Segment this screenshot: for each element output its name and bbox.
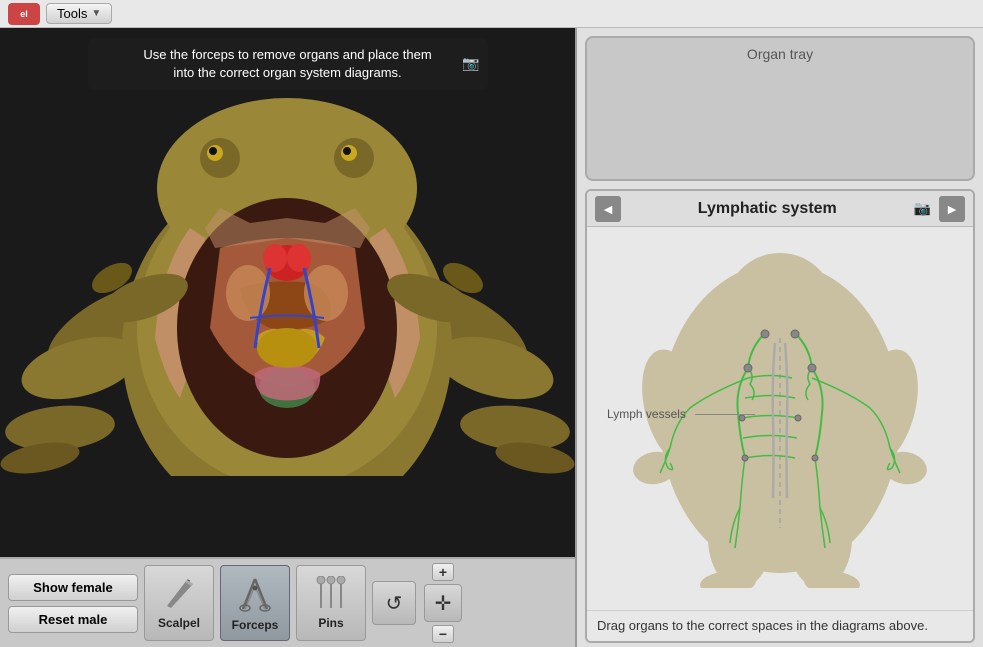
tools-button[interactable]: Tools ▼ xyxy=(46,3,112,24)
tools-label: Tools xyxy=(57,6,87,21)
reset-male-button[interactable]: Reset male xyxy=(8,606,138,633)
main-layout: Use the forceps to remove organs and pla… xyxy=(0,28,983,647)
tooltip-text: Use the forceps to remove organs and pla… xyxy=(143,47,431,80)
zoom-in-button[interactable]: + xyxy=(432,563,454,581)
frog-3d-view xyxy=(0,28,575,557)
scalpel-icon xyxy=(161,576,197,612)
instructions-content: Drag organs to the correct spaces in the… xyxy=(597,618,928,633)
scalpel-tool[interactable]: Scalpel xyxy=(144,565,214,641)
camera-icon[interactable]: 📷 xyxy=(462,54,479,74)
undo-icon: ↺ xyxy=(386,591,403,616)
instruction-tooltip: Use the forceps to remove organs and pla… xyxy=(88,38,488,90)
bottom-toolbar: Show female Reset male Scalpel xyxy=(0,557,575,647)
lymphatic-diagram: Lymph vessels xyxy=(587,227,973,610)
right-panel: Organ tray ◄ Lymphatic system 📷 ► xyxy=(575,28,983,647)
system-header: ◄ Lymphatic system 📷 ► xyxy=(587,191,973,227)
next-system-button[interactable]: ► xyxy=(939,196,965,222)
lymph-vessels-label: Lymph vessels xyxy=(607,407,686,421)
forceps-tool[interactable]: Forceps xyxy=(220,565,290,641)
gender-buttons: Show female Reset male xyxy=(8,574,138,633)
camera-icon-system[interactable]: 📷 xyxy=(914,200,931,217)
organ-tray-label: Organ tray xyxy=(747,46,813,62)
forceps-icon xyxy=(235,574,275,614)
undo-button[interactable]: ↺ xyxy=(372,581,416,625)
pins-label: Pins xyxy=(318,616,343,630)
system-diagram-area: ◄ Lymphatic system 📷 ► xyxy=(585,189,975,643)
system-title: Lymphatic system xyxy=(625,200,910,218)
show-female-button[interactable]: Show female xyxy=(8,574,138,601)
prev-system-button[interactable]: ◄ xyxy=(595,196,621,222)
pan-control[interactable]: ✛ xyxy=(424,584,462,622)
logo-icon: el xyxy=(8,3,40,25)
forceps-label: Forceps xyxy=(232,618,279,632)
chevron-down-icon: ▼ xyxy=(91,8,101,19)
left-panel: Use the forceps to remove organs and pla… xyxy=(0,28,575,647)
instructions-text: Drag organs to the correct spaces in the… xyxy=(587,610,973,641)
zoom-controls: + ✛ − xyxy=(424,563,462,643)
lymph-vessels-line xyxy=(695,414,755,415)
pins-tool[interactable]: Pins xyxy=(296,565,366,641)
pins-icon xyxy=(311,576,351,612)
top-bar: el Tools ▼ xyxy=(0,0,983,28)
frog-viewport[interactable] xyxy=(0,28,575,557)
system-diagram[interactable]: Lymph vessels xyxy=(587,227,973,610)
scalpel-label: Scalpel xyxy=(158,616,200,630)
organ-tray[interactable]: Organ tray xyxy=(585,36,975,181)
zoom-out-button[interactable]: − xyxy=(432,625,454,643)
